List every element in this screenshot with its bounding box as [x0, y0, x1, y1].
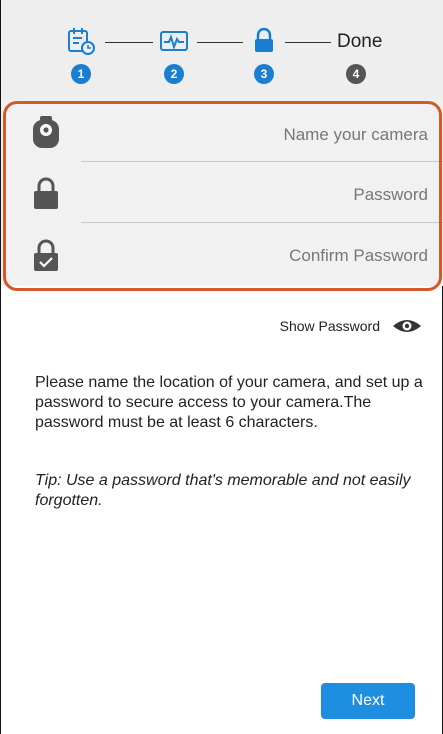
step-connector [197, 42, 243, 43]
password-input[interactable] [81, 178, 428, 212]
field-divider [81, 222, 443, 223]
password-row [1, 164, 443, 224]
heartbeat-monitor-icon [159, 26, 189, 56]
step-done-label: Done [337, 31, 383, 52]
confirm-password-row [1, 225, 443, 285]
step-number-2: 2 [164, 64, 184, 84]
step-number-4: 4 [346, 64, 366, 84]
calendar-clock-icon [66, 26, 96, 56]
lock-icon [31, 175, 61, 211]
setup-stepper: Done 1 2 3 4 [1, 0, 443, 100]
field-divider [81, 161, 443, 162]
show-password-label: Show Password [279, 318, 380, 334]
step-number-3: 3 [254, 64, 274, 84]
camera-name-input[interactable] [81, 118, 428, 152]
instruction-text: Please name the location of your camera,… [35, 374, 423, 431]
step-connector [285, 42, 331, 43]
lock-icon [249, 26, 279, 56]
show-password-toggle[interactable]: Show Password [280, 318, 422, 334]
camera-setup-form [1, 100, 443, 286]
camera-name-row [1, 104, 443, 164]
confirm-password-input[interactable] [81, 239, 428, 273]
tip-text: Tip: Use a password that's memorable and… [35, 472, 411, 509]
next-button[interactable]: Next [321, 683, 415, 719]
screen-frame: Done 1 2 3 4 Name your camera Show Passw… [0, 0, 443, 734]
lock-check-icon [31, 237, 61, 273]
step-connector [105, 42, 153, 43]
step-number-1: 1 [71, 64, 91, 84]
eye-icon[interactable] [392, 318, 422, 334]
camera-icon [31, 114, 61, 150]
